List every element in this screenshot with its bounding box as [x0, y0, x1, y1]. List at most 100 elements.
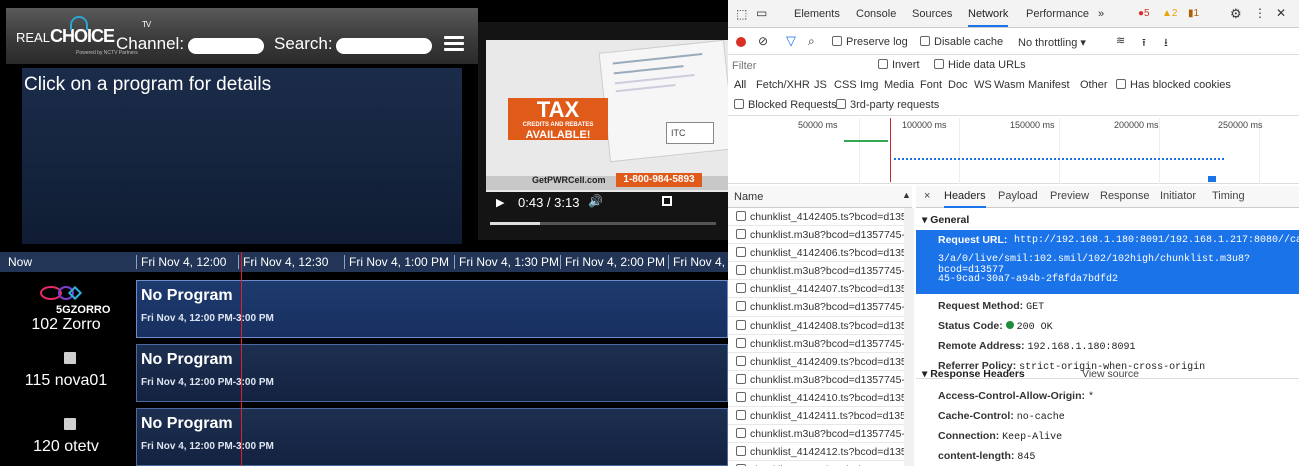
menu-icon[interactable] [444, 36, 464, 52]
program-cell[interactable]: No Program Fri Nov 4, 12:00 PM-3:00 PM [136, 408, 728, 466]
sort-arrow-icon[interactable]: ▲ [902, 190, 911, 200]
name-column-header[interactable]: Name [734, 191, 763, 203]
tab-response[interactable]: Response [1100, 190, 1150, 202]
tab-preview[interactable]: Preview [1050, 190, 1089, 202]
tab-timing[interactable]: Timing [1212, 190, 1245, 202]
cache-control-row: Cache-Control: no-cache [938, 410, 1065, 423]
timeline-now: Now [8, 255, 33, 269]
type-css[interactable]: CSS [834, 79, 857, 91]
search-input[interactable] [336, 38, 432, 54]
request-row[interactable]: chunklist.m3u8?bcod=d1357745-... [728, 298, 904, 317]
network-conditions-icon[interactable]: ≋ [1116, 34, 1125, 47]
type-font[interactable]: Font [920, 79, 942, 91]
type-all[interactable]: All [734, 79, 746, 91]
type-manifest[interactable]: Manifest [1028, 79, 1070, 91]
request-row[interactable]: chunklist_4142405.ts?bcod=d1357 [728, 208, 904, 227]
throttling-select[interactable]: No throttling ▾ [1018, 36, 1086, 49]
import-icon[interactable]: ⭱ [1142, 34, 1146, 53]
request-row[interactable]: chunklist_4142411.ts?bcod=d1357 [728, 407, 904, 426]
details-text: Click on a program for details [24, 74, 272, 95]
response-headers-toggle[interactable]: ▾ Response Headers [922, 368, 1025, 380]
video-progress-bar[interactable] [490, 222, 716, 225]
tab-performance[interactable]: Performance [1026, 8, 1089, 20]
close-detail-icon[interactable]: × [924, 190, 930, 202]
blocked-requests-checkbox[interactable]: Blocked Requests [734, 99, 837, 111]
devtools-panel: ⬚ ▭ Elements Console Sources Network Per… [728, 0, 1299, 466]
tab-payload[interactable]: Payload [998, 190, 1038, 202]
timeline-header: Now Fri Nov 4, 12:00 Fri Nov 4, 12:30 Fr… [0, 252, 728, 272]
export-icon[interactable]: ⭳ [1164, 34, 1168, 53]
type-media[interactable]: Media [884, 79, 914, 91]
request-row[interactable]: chunklist.m3u8?bcod=d1357745-... [728, 425, 904, 444]
request-list-header[interactable]: Name ▲ [728, 186, 912, 208]
request-row[interactable]: chunklist_4142410.ts?bcod=d1357 [728, 389, 904, 408]
request-row[interactable]: chunklist_4142407.ts?bcod=d1357 [728, 280, 904, 299]
settings-gear-icon[interactable]: ⚙ [1230, 6, 1242, 22]
general-section-toggle[interactable]: ▾ General [922, 214, 969, 226]
error-badge[interactable]: ●5 [1138, 8, 1150, 19]
devtools-tab-bar: ⬚ ▭ Elements Console Sources Network Per… [728, 0, 1299, 28]
program-cell[interactable]: No Program Fri Nov 4, 12:00 PM-3:00 PM [136, 344, 728, 402]
play-icon[interactable]: ▶ [496, 196, 504, 209]
inspect-icon[interactable]: ⬚ [736, 7, 747, 21]
type-wasm[interactable]: Wasm [994, 79, 1025, 91]
tab-sources[interactable]: Sources [912, 8, 952, 20]
search-icon[interactable]: ⌕ [808, 34, 815, 49]
channel-row-nova01[interactable]: 115 nova01 [0, 344, 132, 402]
request-row[interactable]: chunklist_4142409.ts?bcod=d1357 [728, 353, 904, 371]
hide-data-urls-checkbox[interactable]: Hide data URLs [934, 59, 1026, 71]
request-row[interactable]: chunklist.m3u8?bcod=d1357745-... [728, 461, 904, 466]
type-img[interactable]: Img [860, 79, 878, 91]
type-ws[interactable]: WS [974, 79, 992, 91]
network-overview-timeline[interactable]: 50000 ms 100000 ms 150000 ms 200000 ms 2… [728, 118, 1299, 184]
channel-row-zorro[interactable]: 5GZORRO 102 Zorro [0, 280, 132, 338]
close-icon[interactable]: ✕ [1276, 6, 1286, 20]
request-row[interactable]: chunklist.m3u8?bcod=d1357745-... [728, 226, 904, 245]
invert-checkbox[interactable]: Invert [878, 59, 920, 71]
channel-input[interactable] [188, 38, 264, 54]
request-row[interactable]: chunklist.m3u8?bcod=d1357745-... [728, 335, 904, 353]
request-row[interactable]: chunklist_4142408.ts?bcod=d1357 [728, 317, 904, 335]
tab-more[interactable]: » [1098, 8, 1104, 20]
broken-image-icon [64, 352, 76, 364]
tab-headers[interactable]: Headers [944, 190, 986, 208]
record-icon[interactable] [736, 37, 746, 47]
volume-icon[interactable]: 🔊 [588, 194, 603, 208]
third-party-checkbox[interactable]: 3rd-party requests [836, 99, 939, 111]
request-row[interactable]: chunklist_4142406.ts?bcod=d1357 [728, 244, 904, 263]
channel-row-otetv[interactable]: 120 otetv [0, 408, 132, 466]
request-row[interactable]: chunklist_4142412.ts?bcod=d1357 [728, 443, 904, 462]
filter-icon[interactable]: ▽ [786, 33, 796, 49]
ad-site: GetPWRCell.com [532, 175, 606, 185]
warning-badge[interactable]: ▲2 [1162, 8, 1177, 19]
type-other[interactable]: Other [1080, 79, 1108, 91]
program-cell[interactable]: No Program Fri Nov 4, 12:00 PM-3:00 PM [136, 280, 728, 338]
has-blocked-cookies-checkbox[interactable]: Has blocked cookies [1116, 79, 1231, 91]
type-doc[interactable]: Doc [948, 79, 968, 91]
wifi-icon [70, 16, 88, 30]
video-frame[interactable]: TAX CREDITS AND REBATES AVAILABLE! ITC G… [486, 40, 728, 192]
tab-console[interactable]: Console [856, 8, 896, 20]
type-js[interactable]: JS [814, 79, 827, 91]
video-controls: ▶ 0:43 / 3:13 🔊 [486, 192, 728, 214]
clear-icon[interactable]: ⊘ [758, 34, 768, 48]
type-fetch-xhr[interactable]: Fetch/XHR [756, 79, 810, 91]
network-toolbar: ⊘ ▽ ⌕ Preserve log Disable cache No thro… [728, 29, 1299, 55]
view-source-link[interactable]: View source [1082, 368, 1139, 380]
file-icon [736, 211, 746, 221]
request-row[interactable]: chunklist.m3u8?bcod=d1357745-... [728, 262, 904, 281]
issues-badge[interactable]: ▮1 [1188, 8, 1199, 19]
tab-network[interactable]: Network [968, 8, 1009, 27]
preserve-log-checkbox[interactable]: Preserve log [832, 36, 908, 48]
tab-elements[interactable]: Elements [794, 8, 840, 20]
acao-row: Access-Control-Allow-Origin: * [938, 390, 1094, 403]
request-list-scrollbar[interactable] [904, 208, 914, 466]
program-time: Fri Nov 4, 12:00 PM-3:00 PM [141, 377, 274, 388]
disable-cache-checkbox[interactable]: Disable cache [920, 36, 1003, 48]
more-vert-icon[interactable]: ⋮ [1254, 6, 1266, 20]
tab-initiator[interactable]: Initiator [1160, 190, 1196, 202]
request-row[interactable]: chunklist.m3u8?bcod=d1357745-... [728, 371, 904, 389]
fullscreen-icon[interactable] [662, 196, 672, 206]
device-toggle-icon[interactable]: ▭ [756, 6, 767, 20]
filter-input[interactable] [732, 58, 872, 74]
